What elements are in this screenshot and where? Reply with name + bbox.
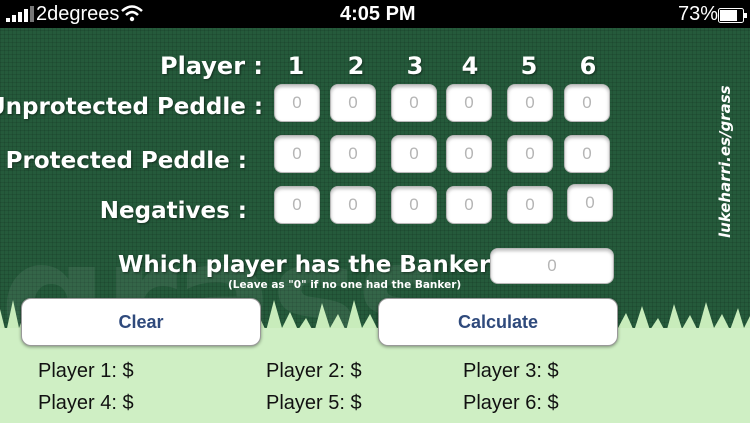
clear-button[interactable]: Clear — [21, 298, 261, 346]
player-col-3: 3 — [406, 52, 424, 80]
protected-peddle-input-p2[interactable] — [330, 135, 376, 173]
player-col-4: 4 — [461, 52, 479, 80]
negatives-input-p2[interactable] — [330, 186, 376, 224]
protected-peddle-input-p6[interactable] — [564, 135, 610, 173]
result-player-5: Player 5: $ — [266, 392, 362, 414]
calculate-button[interactable]: Calculate — [378, 298, 618, 346]
negatives-label: Negatives : — [99, 198, 247, 224]
battery-percent: 73% — [678, 3, 719, 25]
unprotected-peddle-input-p4[interactable] — [446, 84, 492, 122]
wifi-icon — [120, 4, 144, 28]
protected-peddle-input-p4[interactable] — [446, 135, 492, 173]
player-col-1: 1 — [287, 52, 305, 80]
negatives-input-p5[interactable] — [507, 186, 553, 224]
player-col-2: 2 — [347, 52, 365, 80]
negatives-input-p4[interactable] — [446, 186, 492, 224]
negatives-input-p6[interactable] — [567, 184, 613, 222]
unprotected-peddle-input-p5[interactable] — [507, 84, 553, 122]
result-player-3: Player 3: $ — [463, 360, 559, 382]
signal-icon — [6, 5, 34, 28]
unprotected-peddle-input-p2[interactable] — [330, 84, 376, 122]
clock: 4:05 PM — [340, 3, 416, 25]
result-player-2: Player 2: $ — [266, 360, 362, 382]
side-url: lukeharri.es/grass — [716, 85, 734, 238]
result-player-4: Player 4: $ — [38, 392, 134, 414]
battery-icon — [718, 6, 748, 29]
negatives-input-p3[interactable] — [391, 186, 437, 224]
protected-peddle-label: Protected Peddle : — [5, 148, 247, 174]
app-content: grass Player : 1 2 3 4 5 6 Unprotected P… — [0, 28, 750, 423]
banker-question: Which player has the Banker? — [118, 252, 504, 278]
unprotected-peddle-input-p1[interactable] — [274, 84, 320, 122]
result-player-6: Player 6: $ — [463, 392, 559, 414]
negatives-input-p1[interactable] — [274, 186, 320, 224]
result-player-1: Player 1: $ — [38, 360, 134, 382]
unprotected-peddle-input-p6[interactable] — [564, 84, 610, 122]
player-col-5: 5 — [520, 52, 538, 80]
unprotected-peddle-input-p3[interactable] — [391, 84, 437, 122]
unprotected-peddle-label: Unprotected Peddle : — [0, 94, 264, 120]
status-bar: 2degrees 4:05 PM 73% — [0, 0, 750, 28]
player-header-label: Player : — [160, 52, 263, 80]
protected-peddle-input-p1[interactable] — [274, 135, 320, 173]
banker-hint: (Leave as "0" if no one had the Banker) — [228, 279, 462, 291]
protected-peddle-input-p3[interactable] — [391, 135, 437, 173]
carrier-name: 2degrees — [36, 3, 120, 25]
banker-input[interactable] — [490, 248, 614, 284]
protected-peddle-input-p5[interactable] — [507, 135, 553, 173]
player-col-6: 6 — [579, 52, 597, 80]
